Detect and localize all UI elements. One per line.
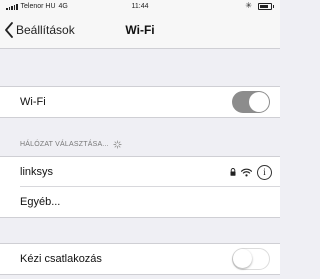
network-row[interactable]: linksys i	[0, 157, 280, 187]
navigation-bar: Beállítások Wi-Fi	[0, 14, 280, 49]
status-bar: Telenor HU 4G 11:44 ✳	[0, 0, 280, 14]
clock: 11:44	[131, 3, 149, 10]
battery-icon	[258, 2, 274, 10]
wifi-toggle[interactable]	[232, 91, 270, 113]
ask-to-join-toggle-knob	[233, 249, 252, 268]
ask-to-join-toggle[interactable]	[232, 248, 270, 270]
other-network-label: Egyéb...	[20, 196, 61, 208]
spinner-icon	[113, 140, 122, 149]
wifi-row: Wi-Fi	[0, 87, 280, 117]
wifi-toggle-knob	[249, 92, 269, 112]
ask-to-join-row: Kézi csatlakozás	[0, 244, 280, 274]
network-section-title: HÁLÓZAT VÁLASZTÁSA...	[20, 141, 109, 148]
wifi-label: Wi-Fi	[20, 96, 46, 108]
network-name: linksys	[20, 166, 54, 178]
info-icon[interactable]: i	[257, 164, 272, 180]
ask-to-join-group: Kézi csatlakozás	[0, 243, 280, 275]
network-section-header: HÁLÓZAT VÁLASZTÁSA...	[20, 140, 122, 149]
wifi-group: Wi-Fi	[0, 86, 280, 118]
ask-to-join-label: Kézi csatlakozás	[20, 253, 102, 265]
networks-group: linksys i Egyéb...	[0, 156, 280, 218]
bluetooth-icon: ✳	[245, 1, 252, 10]
page-title: Wi-Fi	[125, 23, 155, 37]
other-network-row[interactable]: Egyéb...	[0, 187, 280, 217]
wifi-icon	[241, 168, 252, 176]
lock-icon	[230, 168, 236, 176]
